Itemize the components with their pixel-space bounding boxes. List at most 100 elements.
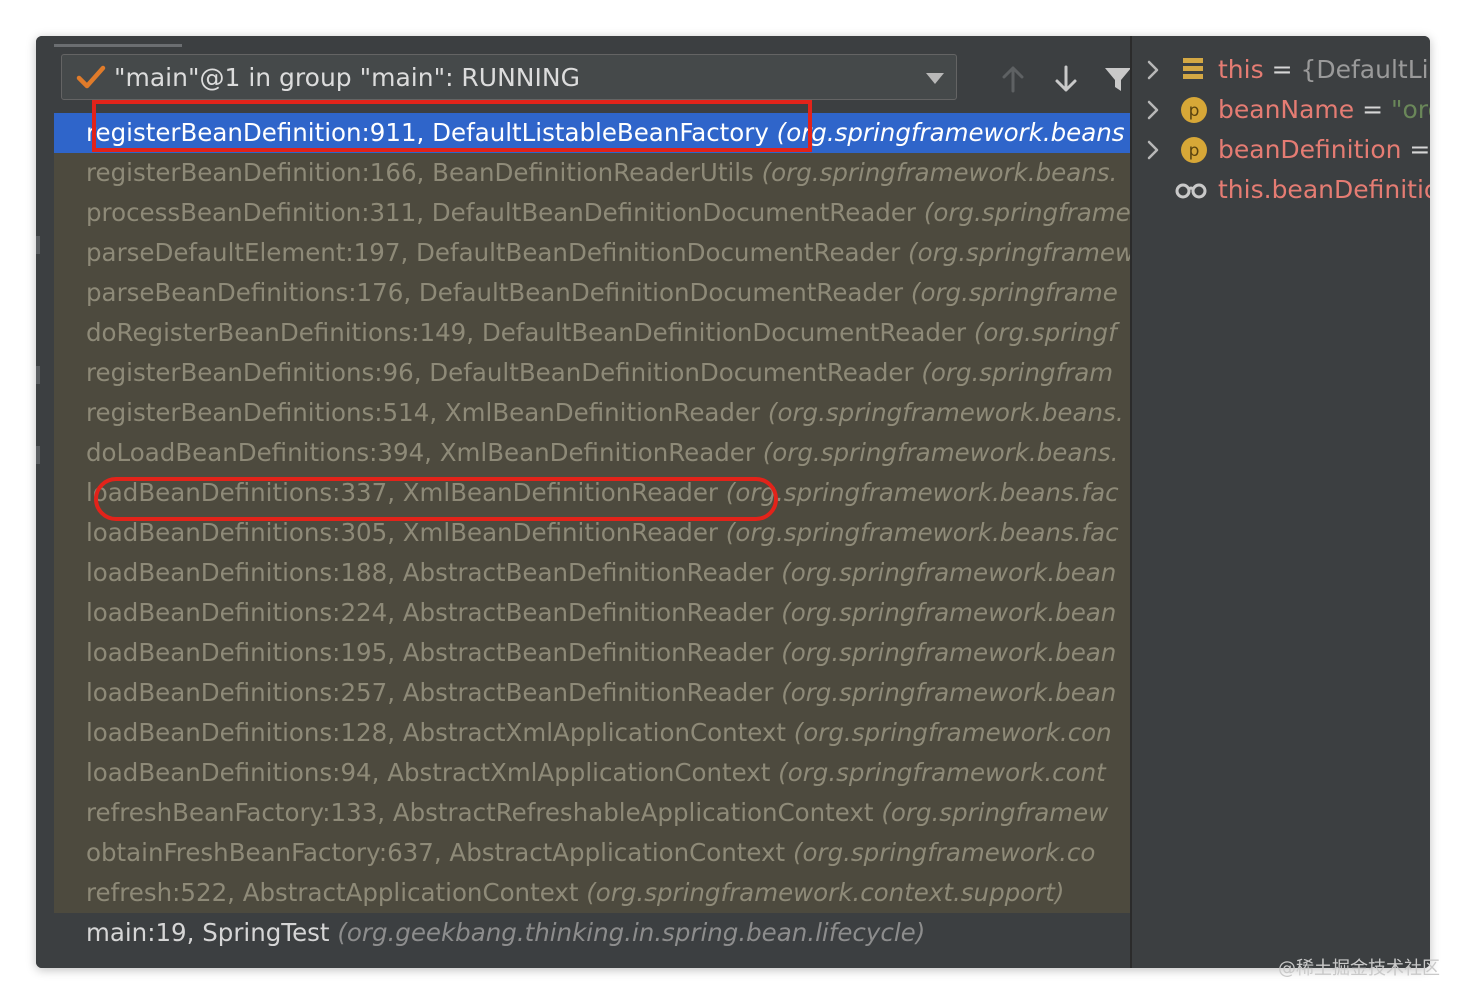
frame-method: doLoadBeanDefinitions:394, XmlBeanDefini… <box>86 438 755 467</box>
frame-row[interactable]: parseBeanDefinitions:176, DefaultBeanDef… <box>54 273 1130 313</box>
variable-text: beanDefinition = <box>1218 130 1430 170</box>
frame-row[interactable]: doLoadBeanDefinitions:394, XmlBeanDefini… <box>54 433 1130 473</box>
frame-row[interactable]: loadBeanDefinitions:224, AbstractBeanDef… <box>54 593 1130 633</box>
variables-panel: this = {DefaultLis p beanName = "org pbeanD… <box>1132 36 1430 968</box>
frame-method: doRegisterBeanDefinitions:149, DefaultBe… <box>86 318 967 347</box>
frame-row[interactable]: refresh:522, AbstractApplicationContext … <box>54 873 1130 913</box>
frame-row[interactable]: registerBeanDefinitions:96, DefaultBeanD… <box>54 353 1130 393</box>
variable-name: this <box>1218 55 1264 84</box>
frame-row[interactable]: processBeanDefinition:311, DefaultBeanDe… <box>54 193 1130 233</box>
frame-package: (org.springframework.con <box>793 718 1112 747</box>
frame-package: (org.springframework.beans.fac <box>725 518 1119 547</box>
frame-row[interactable]: loadBeanDefinitions:94, AbstractXmlAppli… <box>54 753 1130 793</box>
tab-indicator <box>54 44 182 47</box>
chevron-right-icon[interactable] <box>1146 60 1160 80</box>
variable-value: "org <box>1391 95 1430 124</box>
left-gutter <box>36 36 55 968</box>
frame-method: parseDefaultElement:197, DefaultBeanDefi… <box>86 238 901 267</box>
svg-text:p: p <box>1189 101 1200 121</box>
check-icon <box>76 65 106 89</box>
frame-method: loadBeanDefinitions:257, AbstractBeanDef… <box>86 678 774 707</box>
frame-package: (org.springframework.context.support) <box>586 878 1065 907</box>
watermark: @稀土掘金技术社区 <box>1278 958 1440 979</box>
variable-name: beanName <box>1218 95 1355 124</box>
frame-method: registerBeanDefinition:166, BeanDefiniti… <box>86 158 754 187</box>
frame-package: (org.springframework.beans. <box>767 398 1124 427</box>
frame-row-selected[interactable]: registerBeanDefinition:911, DefaultLista… <box>54 113 1130 153</box>
chevron-down-icon <box>926 73 944 84</box>
frame-package: (org.springframework.bean <box>781 598 1117 627</box>
frame-row[interactable]: doRegisterBeanDefinitions:149, DefaultBe… <box>54 313 1130 353</box>
frame-row[interactable]: loadBeanDefinitions:257, AbstractBeanDef… <box>54 673 1130 713</box>
frame-method: loadBeanDefinitions:305, XmlBeanDefiniti… <box>86 518 718 547</box>
frame-method: processBeanDefinition:311, DefaultBeanDe… <box>86 198 917 227</box>
frame-package: (org.springframework.bean <box>781 638 1117 667</box>
watch-icon <box>1175 183 1207 199</box>
frame-row[interactable]: obtainFreshBeanFactory:637, AbstractAppl… <box>54 833 1130 873</box>
frame-method: loadBeanDefinitions:188, AbstractBeanDef… <box>86 558 774 587</box>
parameter-icon: p <box>1181 137 1207 163</box>
variable-text: this = {DefaultLis <box>1218 50 1430 90</box>
variable-name: this.beanDefinitio <box>1218 175 1430 204</box>
thread-selector[interactable]: "main"@1 in group "main": RUNNING <box>61 54 957 100</box>
frame-package: (org.springframework.beans.fac <box>725 478 1119 507</box>
variable-row[interactable]: p beanName = "org <box>1132 90 1430 130</box>
gutter-marker <box>36 236 40 254</box>
frame-row[interactable]: refreshBeanFactory:133, AbstractRefresha… <box>54 793 1130 833</box>
frame-method: refresh:522, AbstractApplicationContext <box>86 878 579 907</box>
filter-icon[interactable] <box>1103 64 1133 94</box>
frame-method: registerBeanDefinition:911, DefaultLista… <box>86 118 769 147</box>
gutter-marker <box>36 366 40 384</box>
debugger-window: "main"@1 in group "main": RUNNING regist… <box>36 36 1430 968</box>
chevron-right-icon[interactable] <box>1146 100 1160 120</box>
frame-package: (org.springframe <box>923 198 1130 227</box>
fields-icon <box>1183 58 1203 79</box>
variable-equals: = <box>1401 135 1430 164</box>
variable-value: {DefaultLis <box>1300 55 1430 84</box>
chevron-right-icon[interactable] <box>1146 140 1160 160</box>
frame-method: loadBeanDefinitions:195, AbstractBeanDef… <box>86 638 774 667</box>
frame-package: (org.springfram <box>921 358 1114 387</box>
frame-package: (org.springframew <box>881 798 1109 827</box>
frame-method: main:19, SpringTest <box>86 918 330 947</box>
frame-row[interactable]: loadBeanDefinitions:337, XmlBeanDefiniti… <box>54 473 1130 513</box>
frames-panel: "main"@1 in group "main": RUNNING regist… <box>54 36 1133 968</box>
frames-list: registerBeanDefinition:911, DefaultLista… <box>54 113 1130 953</box>
frame-method: refreshBeanFactory:133, AbstractRefresha… <box>86 798 874 827</box>
frame-package: (org.springframe <box>910 278 1118 307</box>
variable-row[interactable]: this = {DefaultLis <box>1132 50 1430 90</box>
thread-label: "main"@1 in group "main": RUNNING <box>114 63 580 92</box>
frame-method: loadBeanDefinitions:94, AbstractXmlAppli… <box>86 758 771 787</box>
variable-row[interactable]: p beanDefinition = <box>1132 130 1430 170</box>
frame-method: parseBeanDefinitions:176, DefaultBeanDef… <box>86 278 904 307</box>
frame-method: registerBeanDefinitions:96, DefaultBeanD… <box>86 358 914 387</box>
gutter-marker <box>36 446 40 464</box>
variable-text: beanName = "org <box>1218 90 1430 130</box>
arrow-up-icon[interactable] <box>998 64 1028 94</box>
frame-package: (org.springframework.beans. <box>761 158 1118 187</box>
frame-row[interactable]: parseDefaultElement:197, DefaultBeanDefi… <box>54 233 1130 273</box>
frame-method: obtainFreshBeanFactory:637, AbstractAppl… <box>86 838 786 867</box>
frame-row[interactable]: registerBeanDefinition:166, BeanDefiniti… <box>54 153 1130 193</box>
frame-method: loadBeanDefinitions:128, AbstractXmlAppl… <box>86 718 786 747</box>
variable-row[interactable]: this.beanDefinitio <box>1132 170 1430 210</box>
arrow-down-icon[interactable] <box>1051 64 1081 94</box>
frame-method: registerBeanDefinitions:514, XmlBeanDefi… <box>86 398 761 427</box>
frame-package: (org.springframework.beans <box>776 118 1125 147</box>
frame-method: loadBeanDefinitions:224, AbstractBeanDef… <box>86 598 774 627</box>
frame-package: (org.springframew <box>908 238 1130 267</box>
frame-method: loadBeanDefinitions:337, XmlBeanDefiniti… <box>86 478 718 507</box>
frame-row[interactable]: loadBeanDefinitions:305, XmlBeanDefiniti… <box>54 513 1130 553</box>
frame-row[interactable]: loadBeanDefinitions:195, AbstractBeanDef… <box>54 633 1130 673</box>
frame-package: (org.springframework.co <box>792 838 1096 867</box>
variable-equals: = <box>1354 95 1392 124</box>
frame-package: (org.geekbang.thinking.in.spring.bean.li… <box>337 918 926 947</box>
variable-equals: = <box>1263 55 1301 84</box>
frame-row[interactable]: main:19, SpringTest (org.geekbang.thinki… <box>54 913 1130 953</box>
variable-text: this.beanDefinitio <box>1218 170 1430 210</box>
frame-package: (org.springf <box>973 318 1117 347</box>
variable-name: beanDefinition <box>1218 135 1402 164</box>
frame-row[interactable]: loadBeanDefinitions:128, AbstractXmlAppl… <box>54 713 1130 753</box>
frame-row[interactable]: loadBeanDefinitions:188, AbstractBeanDef… <box>54 553 1130 593</box>
frame-row[interactable]: registerBeanDefinitions:514, XmlBeanDefi… <box>54 393 1130 433</box>
